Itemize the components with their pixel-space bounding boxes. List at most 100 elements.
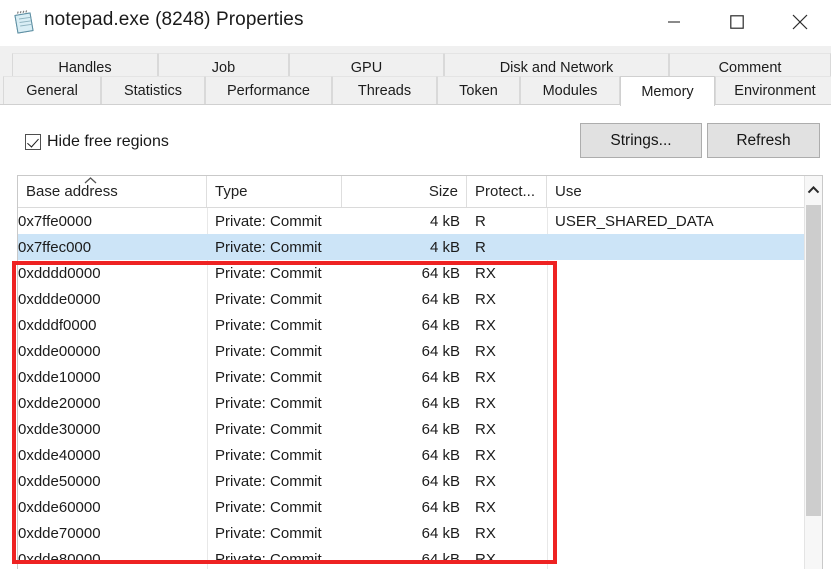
tab-modules[interactable]: Modules — [520, 76, 620, 105]
column-header-label: Use — [555, 183, 582, 200]
scroll-up-button[interactable] — [805, 176, 822, 204]
tab-label: Comment — [718, 60, 782, 76]
hide-free-regions-checkbox[interactable]: Hide free regions — [25, 133, 169, 151]
table-row[interactable]: 0xdde20000 Private: Commit 64 kB RX — [18, 390, 806, 416]
cell-base-address: 0xdde50000 — [18, 472, 101, 490]
column-header-protect[interactable]: Protect... — [467, 176, 547, 207]
cell-size: 64 kB — [421, 446, 460, 464]
tab-label: Environment — [734, 83, 816, 99]
table-row[interactable]: 0xdde40000 Private: Commit 64 kB RX — [18, 442, 806, 468]
cell-type: Private: Commit — [215, 290, 322, 308]
strings-button[interactable]: Strings... — [580, 123, 702, 158]
tab-label: Job — [211, 60, 236, 76]
table-row[interactable]: 0xdde00000 Private: Commit 64 kB RX — [18, 338, 806, 364]
tab-general[interactable]: General — [3, 76, 101, 105]
vertical-scrollbar[interactable] — [804, 176, 822, 569]
minimize-button[interactable] — [642, 0, 705, 44]
close-button[interactable] — [768, 0, 831, 44]
notepad-icon — [11, 10, 37, 36]
cell-size: 64 kB — [421, 368, 460, 386]
column-header-label: Type — [215, 183, 248, 200]
column-header-type[interactable]: Type — [207, 176, 342, 207]
column-header-size[interactable]: Size — [342, 176, 467, 207]
cell-use — [555, 312, 806, 338]
cell-use — [555, 338, 806, 364]
cell-type: Private: Commit — [215, 550, 322, 568]
tab-label: General — [26, 83, 78, 99]
tab-token[interactable]: Token — [437, 76, 520, 105]
cell-size: 64 kB — [421, 394, 460, 412]
cell-size: 64 kB — [421, 550, 460, 568]
cell-base-address: 0xdde40000 — [18, 446, 101, 464]
tab-label: Handles — [58, 60, 112, 76]
cell-protect: RX — [475, 316, 496, 334]
tab-label: Modules — [542, 83, 598, 99]
cell-size: 64 kB — [421, 420, 460, 438]
tab-label: Token — [459, 83, 498, 99]
cell-use — [555, 442, 806, 468]
column-header-base-address[interactable]: Base address — [18, 176, 207, 207]
scrollbar-thumb[interactable] — [806, 205, 821, 516]
table-row[interactable]: 0xdde80000 Private: Commit 64 kB RX — [18, 546, 806, 569]
cell-protect: RX — [475, 550, 496, 568]
cell-use — [555, 494, 806, 520]
column-header-label: Base address — [26, 183, 118, 200]
cell-protect: RX — [475, 368, 496, 386]
sort-ascending-icon — [84, 177, 97, 184]
refresh-button-label: Refresh — [736, 131, 791, 149]
cell-use — [555, 364, 806, 390]
table-row[interactable]: 0x7ffec000 Private: Commit 4 kB R — [18, 234, 806, 260]
tab-statistics[interactable]: Statistics — [101, 76, 205, 105]
cell-protect: RX — [475, 498, 496, 516]
tab-memory[interactable]: Memory — [620, 76, 715, 106]
tab-row-bottom: General Statistics Performance Threads T… — [0, 76, 831, 106]
maximize-icon — [729, 15, 744, 29]
tab-strip: Handles Job GPU Disk and Network Comment… — [0, 46, 831, 106]
cell-use — [555, 390, 806, 416]
cell-type: Private: Commit — [215, 524, 322, 542]
cell-protect: R — [475, 238, 486, 256]
cell-use — [555, 234, 806, 260]
tab-threads[interactable]: Threads — [332, 76, 437, 105]
tab-environment[interactable]: Environment — [715, 76, 831, 105]
cell-type: Private: Commit — [215, 264, 322, 282]
cell-type: Private: Commit — [215, 238, 322, 256]
refresh-button[interactable]: Refresh — [707, 123, 820, 158]
cell-protect: RX — [475, 420, 496, 438]
tab-performance[interactable]: Performance — [205, 76, 332, 105]
cell-type: Private: Commit — [215, 394, 322, 412]
table-row[interactable]: 0x7ffe0000 Private: Commit 4 kB R USER_SHARE… — [18, 208, 806, 234]
cell-base-address: 0xdde10000 — [18, 368, 101, 386]
cell-base-address: 0xdde80000 — [18, 550, 101, 568]
cell-type: Private: Commit — [215, 342, 322, 360]
maximize-button[interactable] — [705, 0, 768, 44]
tab-label: Disk and Network — [499, 60, 614, 76]
cell-base-address: 0xddde0000 — [18, 290, 101, 308]
tab-label: Threads — [357, 83, 412, 99]
table-row[interactable]: 0xdde30000 Private: Commit 64 kB RX — [18, 416, 806, 442]
table-row[interactable]: 0xddde0000 Private: Commit 64 kB RX — [18, 286, 806, 312]
table-row[interactable]: 0xdde10000 Private: Commit 64 kB RX — [18, 364, 806, 390]
table-row[interactable]: 0xdde70000 Private: Commit 64 kB RX — [18, 520, 806, 546]
table-row[interactable]: 0xdde60000 Private: Commit 64 kB RX — [18, 494, 806, 520]
cell-use — [555, 416, 806, 442]
cell-protect: R — [475, 212, 486, 230]
cell-protect: RX — [475, 290, 496, 308]
cell-size: 4 kB — [429, 238, 460, 256]
cell-base-address: 0xdde00000 — [18, 342, 101, 360]
table-row[interactable]: 0xdde50000 Private: Commit 64 kB RX — [18, 468, 806, 494]
cell-use — [555, 520, 806, 546]
table-header-row: Base address Type Size Protect... Use — [18, 176, 822, 208]
column-header-use[interactable]: Use — [547, 176, 806, 207]
column-header-label: Size — [428, 183, 458, 200]
cell-use — [555, 468, 806, 494]
minimize-icon — [667, 21, 680, 23]
tab-label: GPU — [350, 60, 383, 76]
table-row[interactable]: 0xdddd0000 Private: Commit 64 kB RX — [18, 260, 806, 286]
cell-base-address: 0xdddf0000 — [18, 316, 97, 334]
cell-type: Private: Commit — [215, 212, 322, 230]
column-header-label: Protect... — [475, 183, 536, 200]
table-row[interactable]: 0xdddf0000 Private: Commit 64 kB RX — [18, 312, 806, 338]
cell-protect: RX — [475, 264, 496, 282]
memory-toolbar: Hide free regions Strings... Refresh — [0, 105, 831, 172]
